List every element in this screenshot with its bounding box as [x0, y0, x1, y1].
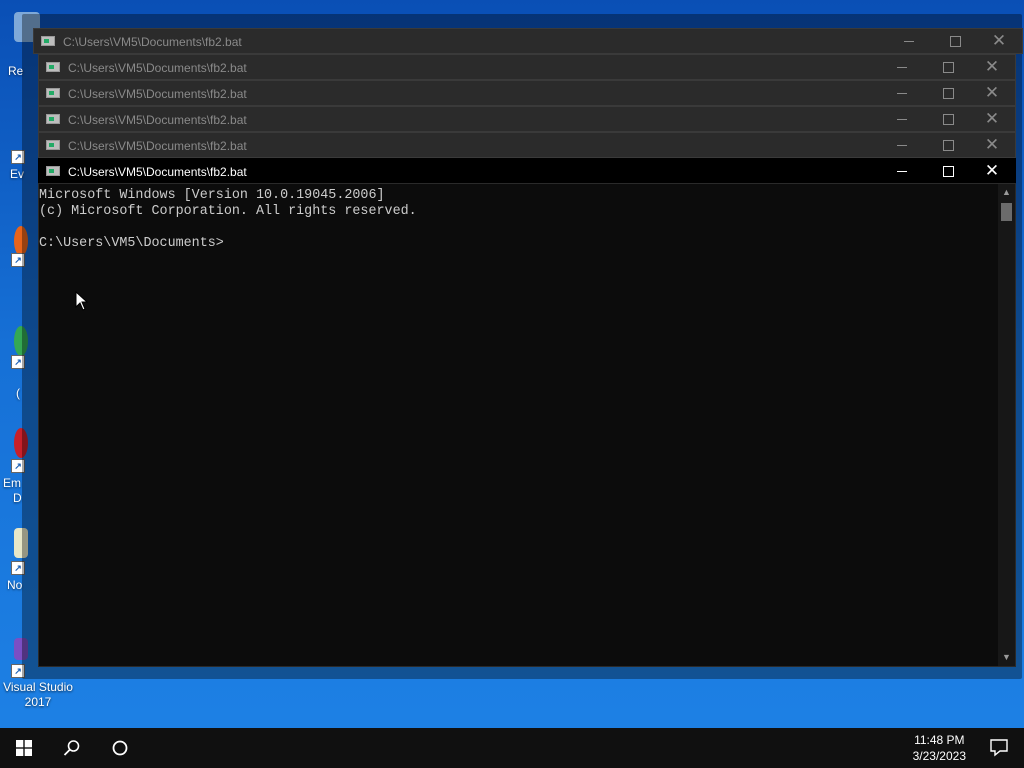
minimize-button[interactable] — [879, 55, 925, 79]
active-cmd-window-titlebar[interactable]: C:\Users\VM5\Documents\fb2.bat ✕ — [38, 158, 1016, 184]
cmd-icon — [46, 62, 60, 72]
close-button[interactable]: ✕ — [976, 29, 1022, 53]
window-title: C:\Users\VM5\Documents\fb2.bat — [68, 139, 247, 153]
search-button[interactable] — [48, 728, 96, 768]
notification-icon — [990, 739, 1008, 757]
window-title: C:\Users\VM5\Documents\fb2.bat — [63, 35, 242, 49]
minimize-button[interactable] — [886, 29, 932, 53]
clock-time: 11:48 PM — [914, 733, 965, 747]
window-title: C:\Users\VM5\Documents\fb2.bat — [68, 61, 247, 75]
close-button[interactable]: ✕ — [969, 133, 1015, 157]
system-clock[interactable]: 11:48 PM 3/23/2023 — [913, 732, 966, 764]
desktop-icon-label: Em — [3, 476, 21, 490]
maximize-button[interactable] — [925, 81, 971, 105]
window-title: C:\Users\VM5\Documents\fb2.bat — [68, 165, 247, 179]
minimize-button[interactable] — [879, 81, 925, 105]
cmd-window-titlebar[interactable]: C:\Users\VM5\Documents\fb2.bat ✕ — [38, 54, 1016, 80]
cmd-icon — [46, 166, 60, 176]
window-title: C:\Users\VM5\Documents\fb2.bat — [68, 113, 247, 127]
console-line: (c) Microsoft Corporation. All rights re… — [39, 204, 417, 219]
window-title: C:\Users\VM5\Documents\fb2.bat — [68, 87, 247, 101]
start-button[interactable] — [0, 728, 48, 768]
windows-logo-icon — [16, 740, 32, 756]
close-button[interactable]: ✕ — [969, 159, 1015, 183]
scroll-thumb[interactable] — [1001, 203, 1012, 221]
console-area[interactable]: Microsoft Windows [Version 10.0.19045.20… — [38, 183, 1016, 667]
desktop-icon-label: ( — [16, 386, 20, 400]
vertical-scrollbar[interactable]: ▲ ▼ — [998, 184, 1015, 666]
console-output: Microsoft Windows [Version 10.0.19045.20… — [39, 188, 417, 252]
maximize-button[interactable] — [932, 29, 978, 53]
clock-date: 3/23/2023 — [912, 749, 966, 763]
close-button[interactable]: ✕ — [969, 55, 1015, 79]
cmd-window-titlebar[interactable]: C:\Users\VM5\Documents\fb2.bat ✕ — [33, 28, 1023, 54]
close-button[interactable]: ✕ — [969, 81, 1015, 105]
visual-studio-label: Visual Studio 2017 — [3, 680, 73, 709]
close-button[interactable]: ✕ — [969, 107, 1015, 131]
scroll-down-arrow-icon[interactable]: ▼ — [998, 649, 1015, 666]
maximize-button[interactable] — [925, 159, 971, 183]
desktop-icon-label: No — [7, 578, 23, 592]
cmd-window-titlebar[interactable]: C:\Users\VM5\Documents\fb2.bat ✕ — [38, 80, 1016, 106]
minimize-button[interactable] — [879, 159, 925, 183]
minimize-button[interactable] — [879, 107, 925, 131]
search-icon — [63, 740, 80, 756]
cmd-icon — [46, 114, 60, 124]
cortana-circle-icon — [112, 740, 128, 756]
task-view-button[interactable] — [96, 728, 144, 768]
cmd-icon — [46, 88, 60, 98]
cmd-window-titlebar[interactable]: C:\Users\VM5\Documents\fb2.bat ✕ — [38, 132, 1016, 158]
maximize-button[interactable] — [925, 55, 971, 79]
maximize-button[interactable] — [925, 133, 971, 157]
scroll-up-arrow-icon[interactable]: ▲ — [998, 184, 1015, 201]
cmd-icon — [41, 36, 55, 46]
desktop-icon-label: D — [13, 491, 22, 505]
taskbar: 11:48 PM 3/23/2023 — [0, 728, 1024, 768]
console-line: Microsoft Windows [Version 10.0.19045.20… — [39, 188, 385, 203]
maximize-button[interactable] — [925, 107, 971, 131]
minimize-button[interactable] — [879, 133, 925, 157]
mouse-cursor-icon — [75, 291, 89, 311]
console-prompt: C:\Users\VM5\Documents> — [39, 236, 224, 251]
action-center-button[interactable] — [988, 736, 1014, 760]
cmd-window-titlebar[interactable]: C:\Users\VM5\Documents\fb2.bat ✕ — [38, 106, 1016, 132]
cmd-icon — [46, 140, 60, 150]
